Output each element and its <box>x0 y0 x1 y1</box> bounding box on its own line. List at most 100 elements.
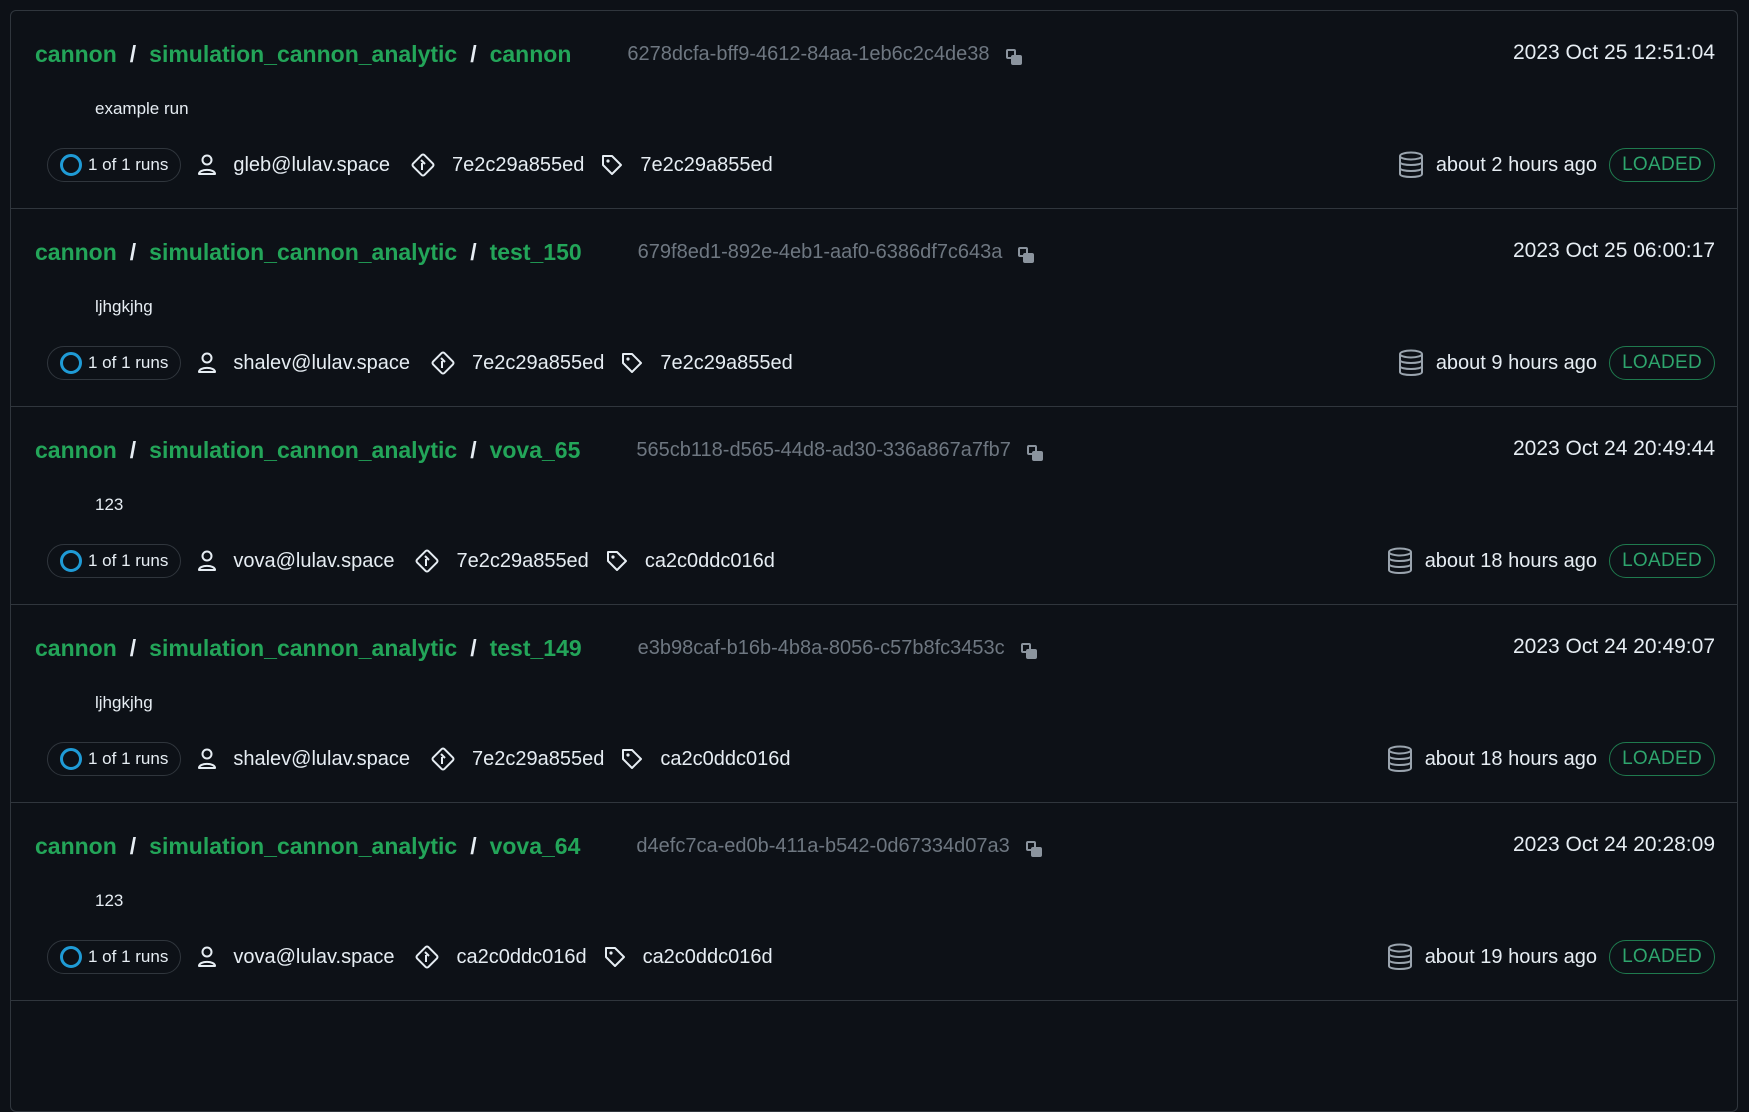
run-status-area: about 18 hours ago LOADED <box>1387 544 1715 578</box>
breadcrumb-separator: / <box>129 635 137 661</box>
project-link[interactable]: cannon <box>35 41 117 68</box>
run-description: ljhgkjhg <box>95 297 153 316</box>
run-meta: 1 of 1 runs vova@lulav.space 7e2c29a855e… <box>47 544 775 578</box>
run-meta: 1 of 1 runs vova@lulav.space ca2c0ddc016… <box>47 940 773 974</box>
run-name-link[interactable]: vova_65 <box>490 437 581 464</box>
user-icon <box>198 550 217 571</box>
tag-icon <box>622 353 643 373</box>
tag-icon <box>604 947 625 967</box>
run-card[interactable]: cannon / simulation_cannon_analytic / ca… <box>11 11 1737 209</box>
runs-count-text: 1 of 1 runs <box>88 749 169 768</box>
run-id-text: 565cb118-d565-44d8-ad30-336a867a7fb7 <box>636 439 1011 461</box>
project-link[interactable]: cannon <box>35 437 117 464</box>
copy-icon[interactable] <box>1018 246 1035 263</box>
run-age: about 18 hours ago <box>1424 747 1598 770</box>
user-icon <box>198 154 217 175</box>
run-status-area: about 19 hours ago LOADED <box>1387 940 1715 974</box>
status-ring-icon <box>60 352 82 374</box>
run-card[interactable]: cannon / simulation_cannon_analytic / te… <box>11 605 1737 803</box>
experiment-link[interactable]: simulation_cannon_analytic <box>149 41 457 68</box>
run-status-area: about 18 hours ago LOADED <box>1387 742 1715 776</box>
tag-hash: 7e2c29a855ed <box>640 153 773 176</box>
run-timestamp: 2023 Oct 24 20:28:09 <box>1513 833 1715 856</box>
run-name-link[interactable]: test_149 <box>490 635 582 662</box>
breadcrumb: cannon / simulation_cannon_analytic / te… <box>35 239 1035 266</box>
project-link[interactable]: cannon <box>35 833 117 860</box>
commit-hash: 7e2c29a855ed <box>472 747 605 770</box>
runs-count-badge[interactable]: 1 of 1 runs <box>47 544 182 578</box>
run-tag: ca2c0ddc016d <box>605 549 775 573</box>
runs-count-badge[interactable]: 1 of 1 runs <box>47 148 182 182</box>
runs-list: cannon / simulation_cannon_analytic / ca… <box>10 10 1738 1112</box>
run-status-area: about 2 hours ago LOADED <box>1398 148 1715 182</box>
breadcrumb-separator: / <box>470 41 477 67</box>
run-user: vova@lulav.space <box>197 946 394 969</box>
user-email: shalev@lulav.space <box>233 351 411 374</box>
tag-icon <box>622 749 643 769</box>
git-commit-icon <box>411 153 435 177</box>
run-id-text: d4efc7ca-ed0b-411a-b542-0d67334d07a3 <box>636 835 1010 857</box>
tag-hash: 7e2c29a855ed <box>660 351 793 374</box>
runs-count-text: 1 of 1 runs <box>88 551 169 570</box>
breadcrumb: cannon / simulation_cannon_analytic / vo… <box>35 437 1043 464</box>
experiment-link[interactable]: simulation_cannon_analytic <box>149 833 457 860</box>
run-tag: ca2c0ddc016d <box>603 945 773 969</box>
run-age: about 2 hours ago <box>1435 153 1598 176</box>
breadcrumb-separator: / <box>129 833 137 859</box>
experiment-link[interactable]: simulation_cannon_analytic <box>149 239 457 266</box>
run-timestamp: 2023 Oct 25 06:00:17 <box>1513 239 1715 262</box>
project-link[interactable]: cannon <box>35 635 117 662</box>
status-badge: LOADED <box>1609 148 1715 182</box>
run-timestamp: 2023 Oct 24 20:49:44 <box>1513 437 1715 460</box>
run-name-link[interactable]: test_150 <box>490 239 582 266</box>
database-icon <box>1387 745 1412 772</box>
run-commit: 7e2c29a855ed <box>430 746 604 772</box>
run-name-link[interactable]: cannon <box>490 41 572 68</box>
copy-icon[interactable] <box>1020 642 1037 659</box>
status-badge: LOADED <box>1609 346 1715 380</box>
run-meta: 1 of 1 runs shalev@lulav.space 7e2c29a85… <box>47 346 793 380</box>
git-commit-icon <box>431 747 455 771</box>
git-commit-icon <box>415 945 439 969</box>
run-commit: 7e2c29a855ed <box>430 350 604 376</box>
copy-icon[interactable] <box>1025 840 1042 857</box>
run-card[interactable]: cannon / simulation_cannon_analytic / te… <box>11 209 1737 407</box>
run-id: 679f8ed1-892e-4eb1-aaf0-6386df7c643a <box>638 241 1035 264</box>
runs-count-badge[interactable]: 1 of 1 runs <box>47 346 182 380</box>
runs-count-text: 1 of 1 runs <box>88 155 169 174</box>
run-card[interactable]: cannon / simulation_cannon_analytic / vo… <box>11 407 1737 605</box>
database-icon <box>1398 151 1423 178</box>
run-meta: 1 of 1 runs shalev@lulav.space 7e2c29a85… <box>47 742 791 776</box>
experiment-link[interactable]: simulation_cannon_analytic <box>149 635 457 662</box>
git-commit-icon <box>415 549 439 573</box>
run-user: gleb@lulav.space <box>197 154 390 177</box>
run-status-area: about 9 hours ago LOADED <box>1398 346 1715 380</box>
breadcrumb-separator: / <box>129 41 137 67</box>
commit-hash: 7e2c29a855ed <box>456 549 589 572</box>
run-id: 565cb118-d565-44d8-ad30-336a867a7fb7 <box>636 439 1043 462</box>
breadcrumb-separator: / <box>129 437 137 463</box>
database-icon <box>1387 547 1412 574</box>
run-timestamp: 2023 Oct 25 12:51:04 <box>1513 41 1715 64</box>
run-description: ljhgkjhg <box>95 693 153 712</box>
runs-count-badge[interactable]: 1 of 1 runs <box>47 742 182 776</box>
run-card[interactable]: cannon / simulation_cannon_analytic / vo… <box>11 803 1737 1001</box>
run-age: about 18 hours ago <box>1424 549 1598 572</box>
run-id: e3b98caf-b16b-4b8a-8056-c57b8fc3453c <box>638 637 1037 660</box>
user-icon <box>198 748 217 769</box>
status-ring-icon <box>60 550 82 572</box>
run-description: 123 <box>95 891 124 910</box>
run-age: about 19 hours ago <box>1424 945 1598 968</box>
run-age: about 9 hours ago <box>1435 351 1598 374</box>
copy-icon[interactable] <box>1026 444 1043 461</box>
git-commit-icon <box>431 351 455 375</box>
project-link[interactable]: cannon <box>35 239 117 266</box>
copy-icon[interactable] <box>1005 48 1022 65</box>
status-ring-icon <box>60 748 82 770</box>
breadcrumb-separator: / <box>470 635 477 661</box>
run-commit: ca2c0ddc016d <box>414 944 587 970</box>
runs-count-badge[interactable]: 1 of 1 runs <box>47 940 182 974</box>
run-meta: 1 of 1 runs gleb@lulav.space 7e2c29a855e… <box>47 148 773 182</box>
run-name-link[interactable]: vova_64 <box>490 833 581 860</box>
experiment-link[interactable]: simulation_cannon_analytic <box>149 437 457 464</box>
